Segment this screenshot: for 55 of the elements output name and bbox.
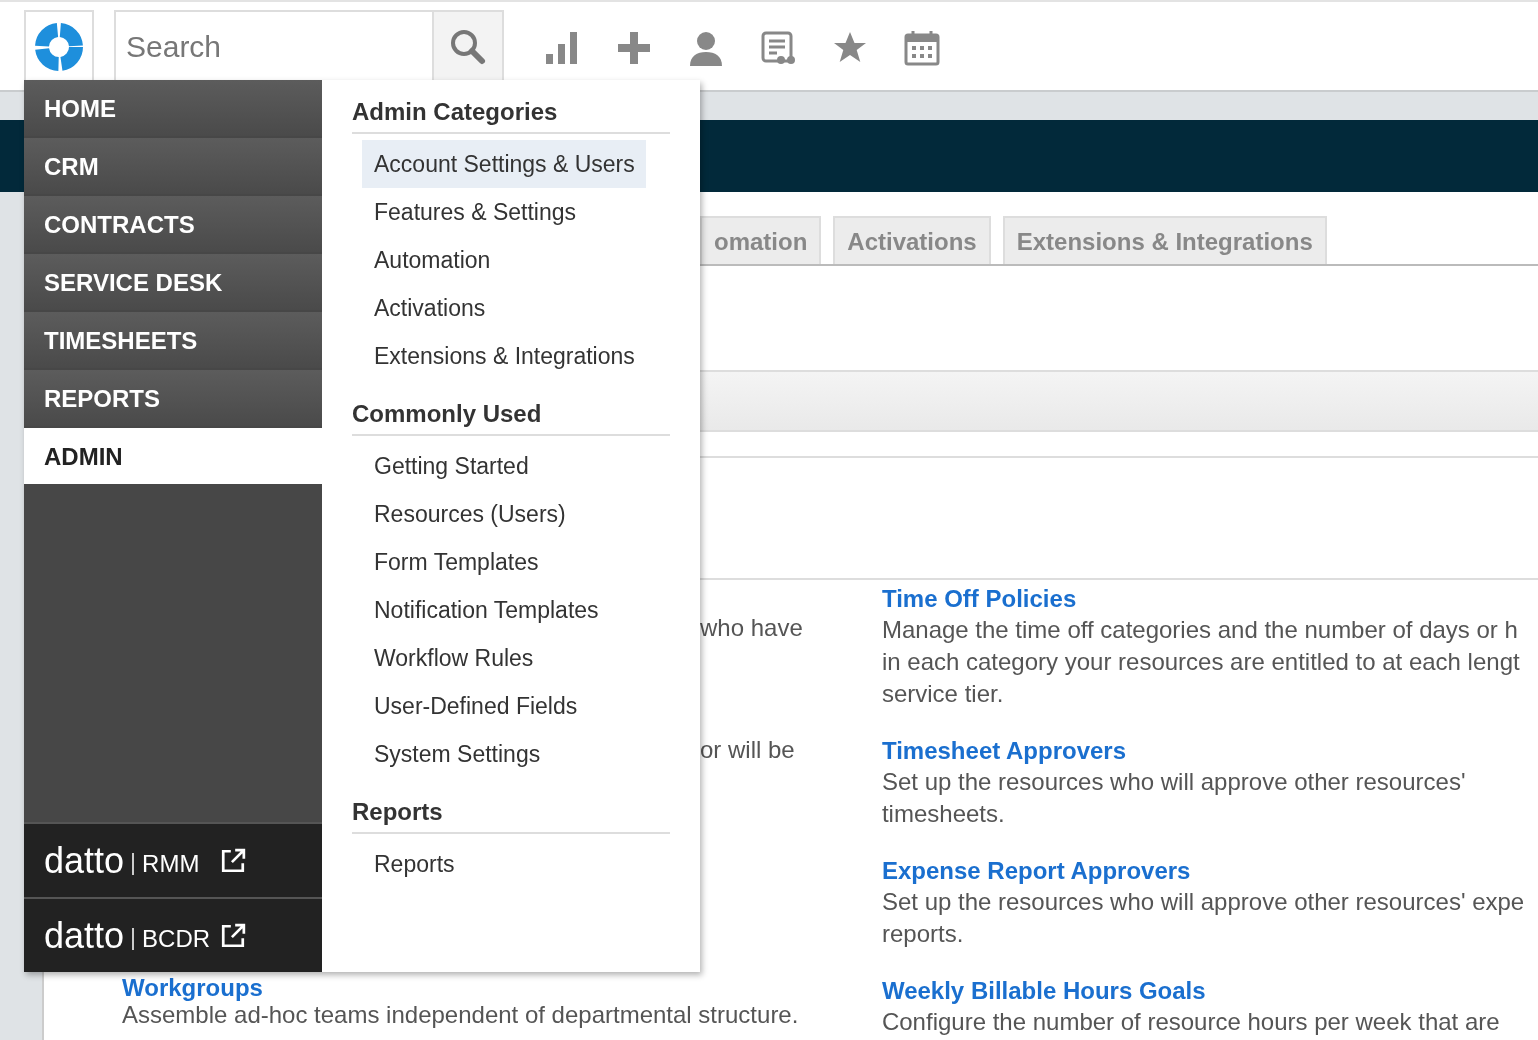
brand-name: datto (44, 839, 125, 882)
calendar-icon[interactable] (904, 30, 940, 66)
menu-item[interactable]: Features & Settings (362, 188, 646, 236)
nav-item[interactable]: CRM (24, 138, 322, 194)
document-glasses-icon[interactable] (760, 30, 796, 66)
link[interactable]: Time Off Policies (881, 584, 1538, 614)
product-link[interactable]: datto RMM (24, 822, 322, 897)
menu-item[interactable]: Extensions & Integrations (362, 332, 646, 380)
description-text: Configure the number of resource hours per week that are (881, 1007, 1501, 1037)
menu-item[interactable]: User-Defined Fields (362, 682, 646, 730)
logo-icon[interactable] (34, 22, 84, 72)
menu-item[interactable]: Resources (Users) (362, 490, 646, 538)
person-icon[interactable] (688, 30, 724, 66)
description-text: or will be (700, 736, 795, 764)
section-heading: Admin Categories (352, 98, 670, 134)
menu-item[interactable]: Getting Started (362, 442, 646, 490)
section-heading: Reports (352, 798, 670, 834)
nav-item[interactable]: REPORTS (24, 370, 322, 426)
menu-item[interactable]: Reports (362, 840, 646, 888)
product-name: RMM (142, 849, 201, 878)
search-icon (448, 27, 488, 67)
menu-item[interactable]: System Settings (362, 730, 646, 778)
nav-item[interactable]: SERVICE DESK (24, 254, 322, 310)
link[interactable]: Workgroups (122, 976, 799, 1000)
separator-bar (132, 852, 135, 875)
brand-name: datto (44, 914, 125, 957)
product-name: BCDR (142, 924, 212, 953)
plus-icon[interactable] (616, 30, 652, 66)
product-link[interactable]: datto BCDR (24, 897, 322, 972)
menu-item[interactable]: Account Settings & Users (362, 140, 646, 188)
external-link-icon[interactable] (220, 847, 247, 874)
description-text: Manage the time off categories and the number of days or h in each category your resources are entitled to at each lengt service tier. (881, 615, 1521, 709)
link[interactable]: Timesheet Approvers (881, 736, 1538, 766)
description-text: who have (700, 614, 803, 642)
search-field[interactable]: Search (114, 10, 434, 82)
nav-item[interactable]: HOME (24, 80, 322, 136)
logo-button[interactable] (24, 10, 94, 82)
link[interactable]: Expense Report Approvers (881, 856, 1538, 886)
menu-item[interactable]: Notification Templates (362, 586, 646, 634)
menu-item[interactable]: Automation (362, 236, 646, 284)
external-link-icon[interactable] (220, 922, 247, 949)
separator-bar (132, 927, 135, 950)
menu-item[interactable]: Form Templates (362, 538, 646, 586)
nav-item[interactable]: CONTRACTS (24, 196, 322, 252)
menu-item[interactable]: Workflow Rules (362, 634, 646, 682)
description-text: Set up the resources who will approve other resources' expe reports. (881, 887, 1526, 949)
search-button[interactable] (434, 10, 504, 82)
bar-chart-icon[interactable] (544, 30, 580, 66)
description-text: Assemble ad-hoc teams independent of departmental structure. (122, 1001, 799, 1030)
link[interactable]: Weekly Billable Hours Goals (881, 976, 1538, 1006)
nav-item[interactable]: ADMIN (24, 428, 322, 484)
section-heading: Commonly Used (352, 400, 670, 436)
description-text: Set up the resources who will approve other resources' timesheets. (881, 767, 1467, 829)
nav-item[interactable]: TIMESHEETS (24, 312, 322, 368)
menu-item[interactable]: Activations (362, 284, 646, 332)
